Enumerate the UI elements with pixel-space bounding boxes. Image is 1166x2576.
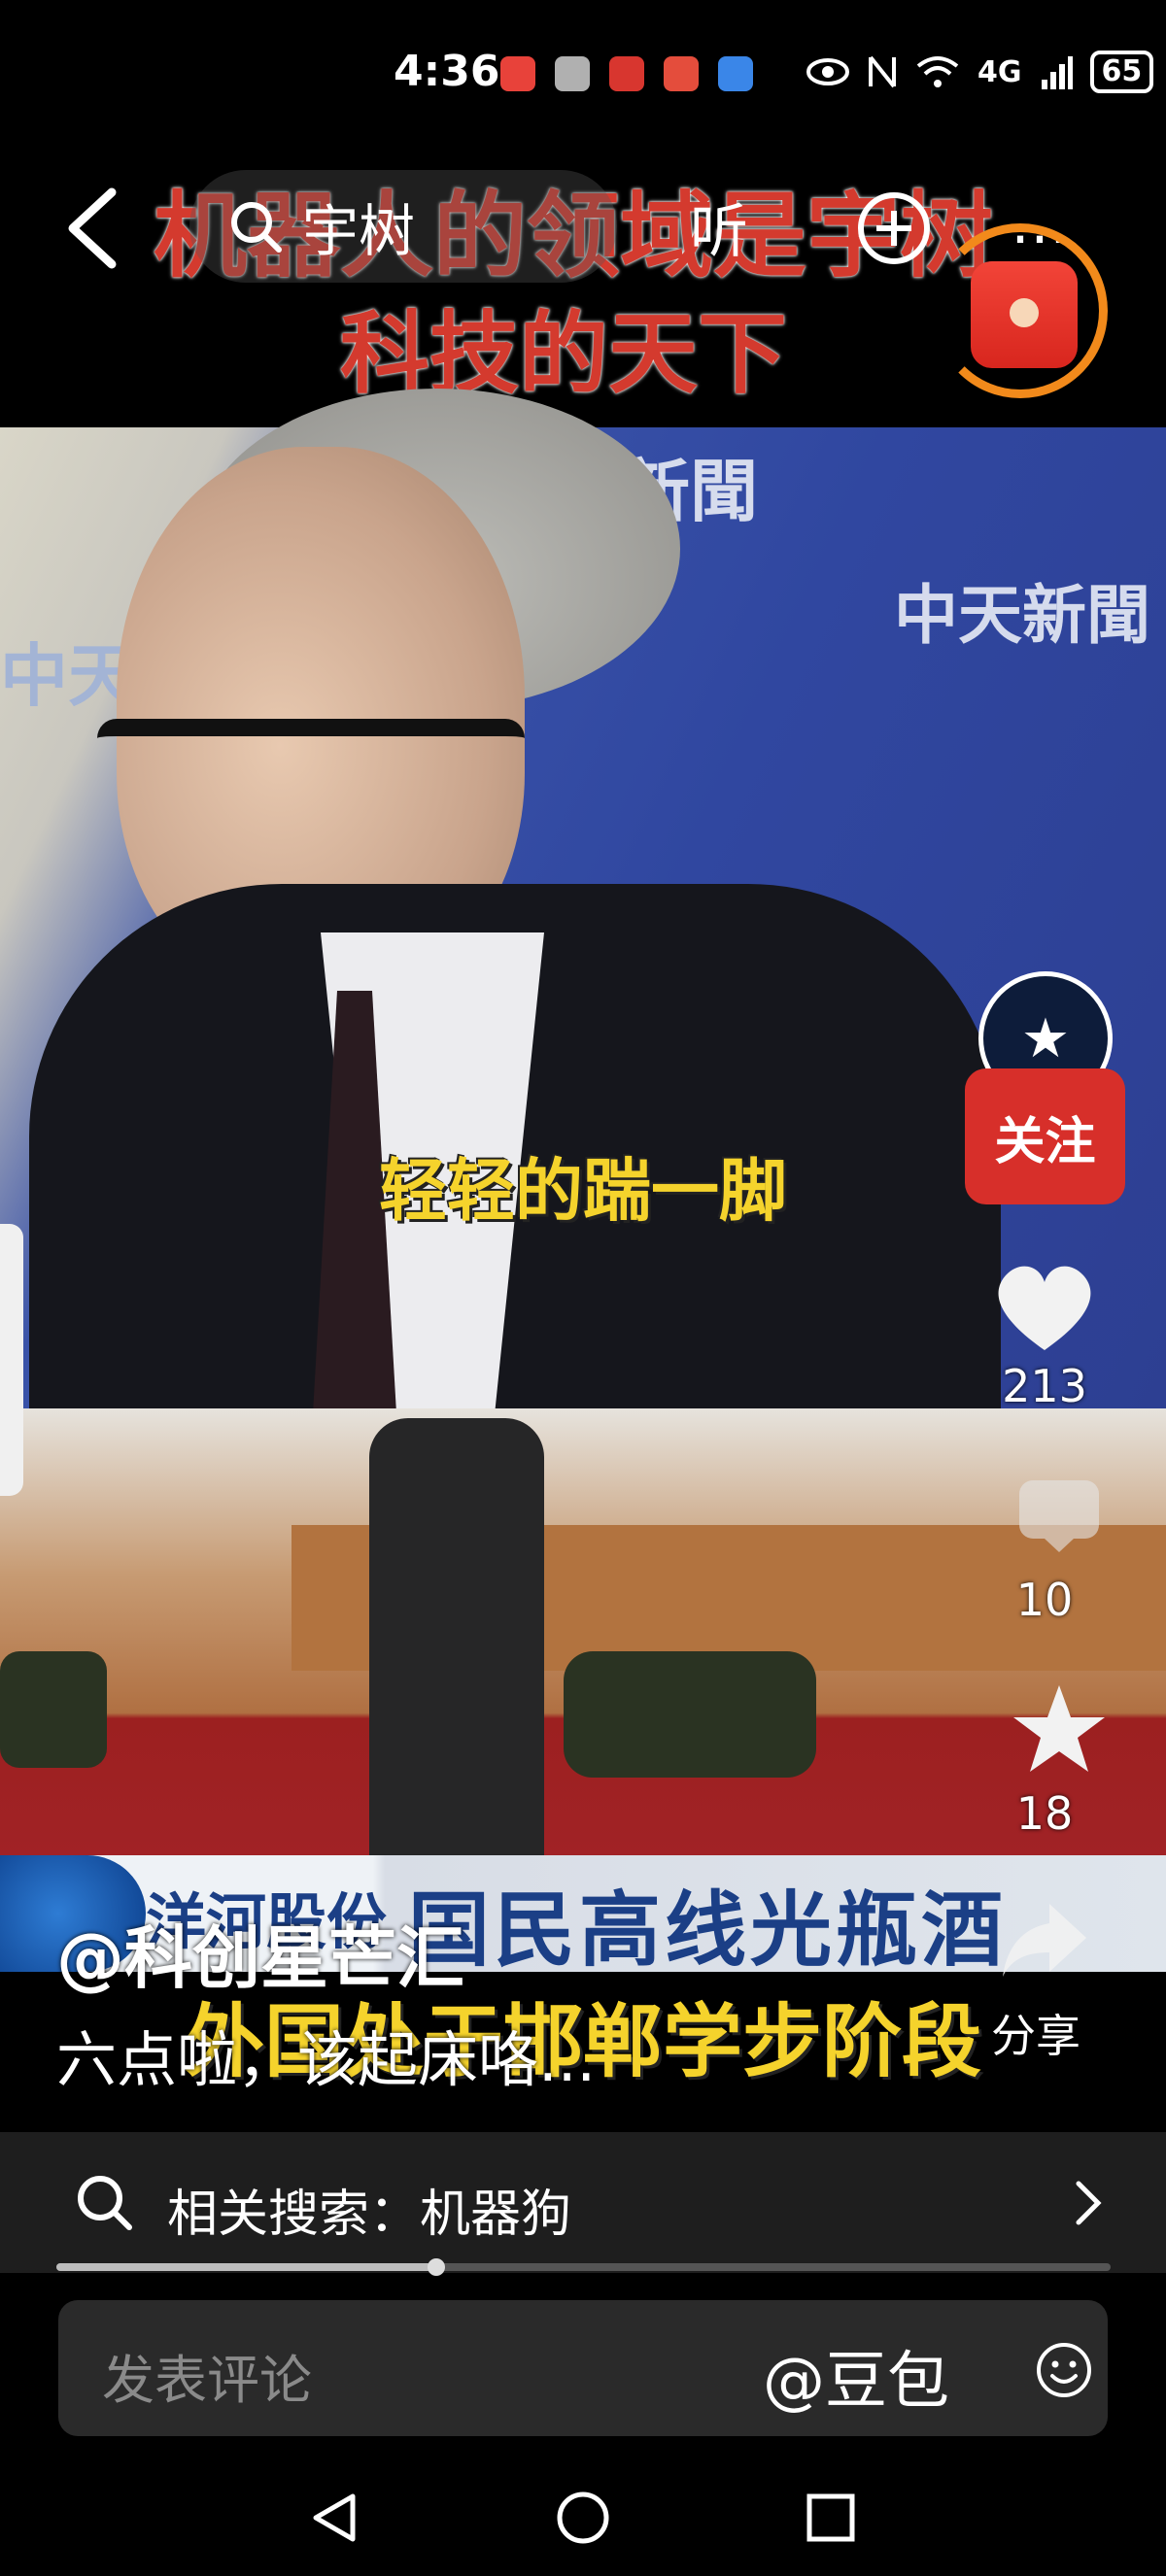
status-indicators: 4G 65 [806,51,1154,93]
status-time: 4:36 [394,47,500,96]
emoji-icon[interactable] [1035,2341,1093,2399]
network-type: 4G [977,54,1022,89]
nav-recents-icon[interactable] [802,2489,860,2547]
side-drawer-handle[interactable] [0,1224,23,1496]
add-icon[interactable] [855,189,933,267]
author-name[interactable]: @科创星芒汇 [56,1904,464,2002]
back-icon[interactable] [58,185,126,272]
related-search-bar[interactable]: 相关搜索：机器狗 [0,2132,1166,2273]
star-icon[interactable] [1001,1680,1117,1778]
video-progress-fill [56,2263,436,2271]
video-progress-bar[interactable] [56,2258,1111,2276]
comment-placeholder: 发表评论 [102,2350,312,2411]
speaker-glasses [97,719,525,758]
app-notification-icon [500,56,535,91]
share-icon[interactable] [1001,1894,1088,1982]
app-notification-icon [664,56,699,91]
status-bar: 4:36 4G 65 [0,0,1166,146]
nav-back-icon[interactable] [306,2489,364,2547]
mention-doubao-button[interactable]: @豆包 [763,2331,949,2421]
signal-icon [1041,56,1073,89]
app-notification-icon [609,56,644,91]
backdrop-text: 中天 [0,636,136,716]
battery-level: 65 [1089,51,1154,93]
related-search-label: 相关搜索：机器狗 [167,2186,572,2244]
favorite-count: 18 [1015,1787,1074,1840]
status-app-icons [500,56,753,91]
robot-dog [564,1651,816,1778]
search-bar[interactable]: 宇树 [189,170,617,283]
share-label: 分享 [991,2010,1080,2062]
nfc-icon [869,55,896,88]
listen-button[interactable]: 听 [690,185,748,269]
comment-input[interactable]: 发表评论 @豆包 [58,2300,1108,2436]
search-icon [231,202,282,253]
system-nav-bar [0,2457,1166,2576]
ticker-text: 国民高线光瓶酒 [408,1882,1008,1978]
like-count: 213 [1002,1360,1087,1412]
wifi-icon [916,56,959,87]
comment-area: 发表评论 @豆包 [0,2278,1166,2457]
eye-icon [806,58,849,85]
search-icon [78,2176,132,2230]
post-description[interactable]: 六点啦，该起床咯... [56,2011,596,2098]
red-packet-timer[interactable] [933,223,1108,398]
person-kicking [369,1418,544,1865]
chevron-right-icon [1076,2181,1102,2225]
follow-button[interactable]: 关注 [965,1068,1125,1204]
nav-home-icon[interactable] [554,2489,612,2547]
app-notification-icon [555,56,590,91]
red-packet-seal [1010,298,1039,327]
search-query: 宇树 [302,198,416,264]
red-packet-icon [971,261,1078,368]
app-notification-icon [718,56,753,91]
heart-icon[interactable] [986,1258,1103,1355]
robot-dog [0,1651,107,1768]
comment-icon[interactable] [1001,1476,1117,1554]
comment-count: 10 [1015,1574,1074,1626]
backdrop-text: 中天新聞 [894,578,1150,653]
video-progress-knob[interactable] [427,2258,445,2276]
